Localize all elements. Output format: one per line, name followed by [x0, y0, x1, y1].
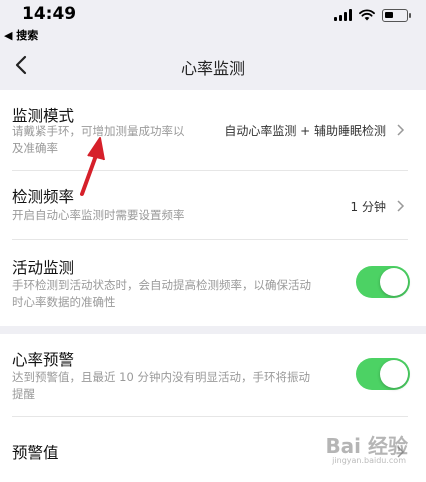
- nav-bar: 心率监测: [0, 42, 426, 90]
- heart-rate-alert-toggle[interactable]: [356, 358, 410, 390]
- row-description: 提醒: [12, 387, 35, 401]
- row-title: 检测频率: [12, 188, 75, 206]
- watermark-url: jingyan.baidu.com: [332, 456, 406, 465]
- row-description: 时心率数据的准确性: [12, 295, 116, 309]
- row-title: 活动监测: [12, 259, 75, 277]
- row-detection-frequency[interactable]: 检测频率 开启自动心率监测时需要设置频率 1 分钟: [0, 171, 426, 239]
- wifi-icon: [359, 9, 375, 21]
- page-title: 心率监测: [180, 59, 245, 78]
- cellular-signal-icon: [334, 9, 352, 21]
- row-activity-monitoring: 活动监测 手环检测到活动状态时，会自动提高检测频率，以确保活动 时心率数据的准确…: [0, 240, 426, 326]
- row-value: 自动心率监测 + 辅助睡眠检测: [224, 124, 386, 138]
- battery-icon: [382, 8, 411, 22]
- annotation-arrow-icon: [80, 137, 105, 196]
- row-title: 心率预警: [12, 351, 75, 369]
- row-monitoring-mode[interactable]: 监测模式 请戴紧手环，可增加测量成功率以 及准确率 自动心率监测 + 辅助睡眠检…: [0, 90, 426, 170]
- status-icons: [334, 8, 411, 22]
- watermark-logo: Bai 经验: [325, 434, 408, 458]
- back-to-app-link[interactable]: ◀ 搜索: [4, 27, 38, 43]
- status-bar: 14:49: [0, 0, 426, 26]
- row-value: 1 分钟: [350, 200, 386, 214]
- status-time: 14:49: [22, 4, 77, 24]
- activity-monitoring-toggle[interactable]: [356, 266, 410, 298]
- row-description: 达到预警值，且最近 10 分钟内没有明显活动，手环将振动: [12, 370, 310, 384]
- row-description: 手环检测到活动状态时，会自动提高检测频率，以确保活动: [12, 278, 311, 292]
- row-title: 预警值: [12, 444, 59, 462]
- row-description: 开启自动心率监测时需要设置频率: [12, 208, 185, 222]
- row-heart-rate-alert: 心率预警 达到预警值，且最近 10 分钟内没有明显活动，手环将振动 提醒: [0, 334, 426, 414]
- chevron-right-icon: [397, 200, 405, 212]
- row-description: 及准确率: [12, 141, 58, 155]
- chevron-right-icon: [397, 124, 405, 136]
- settings-group-monitoring: 监测模式 请戴紧手环，可增加测量成功率以 及准确率 自动心率监测 + 辅助睡眠检…: [0, 90, 426, 326]
